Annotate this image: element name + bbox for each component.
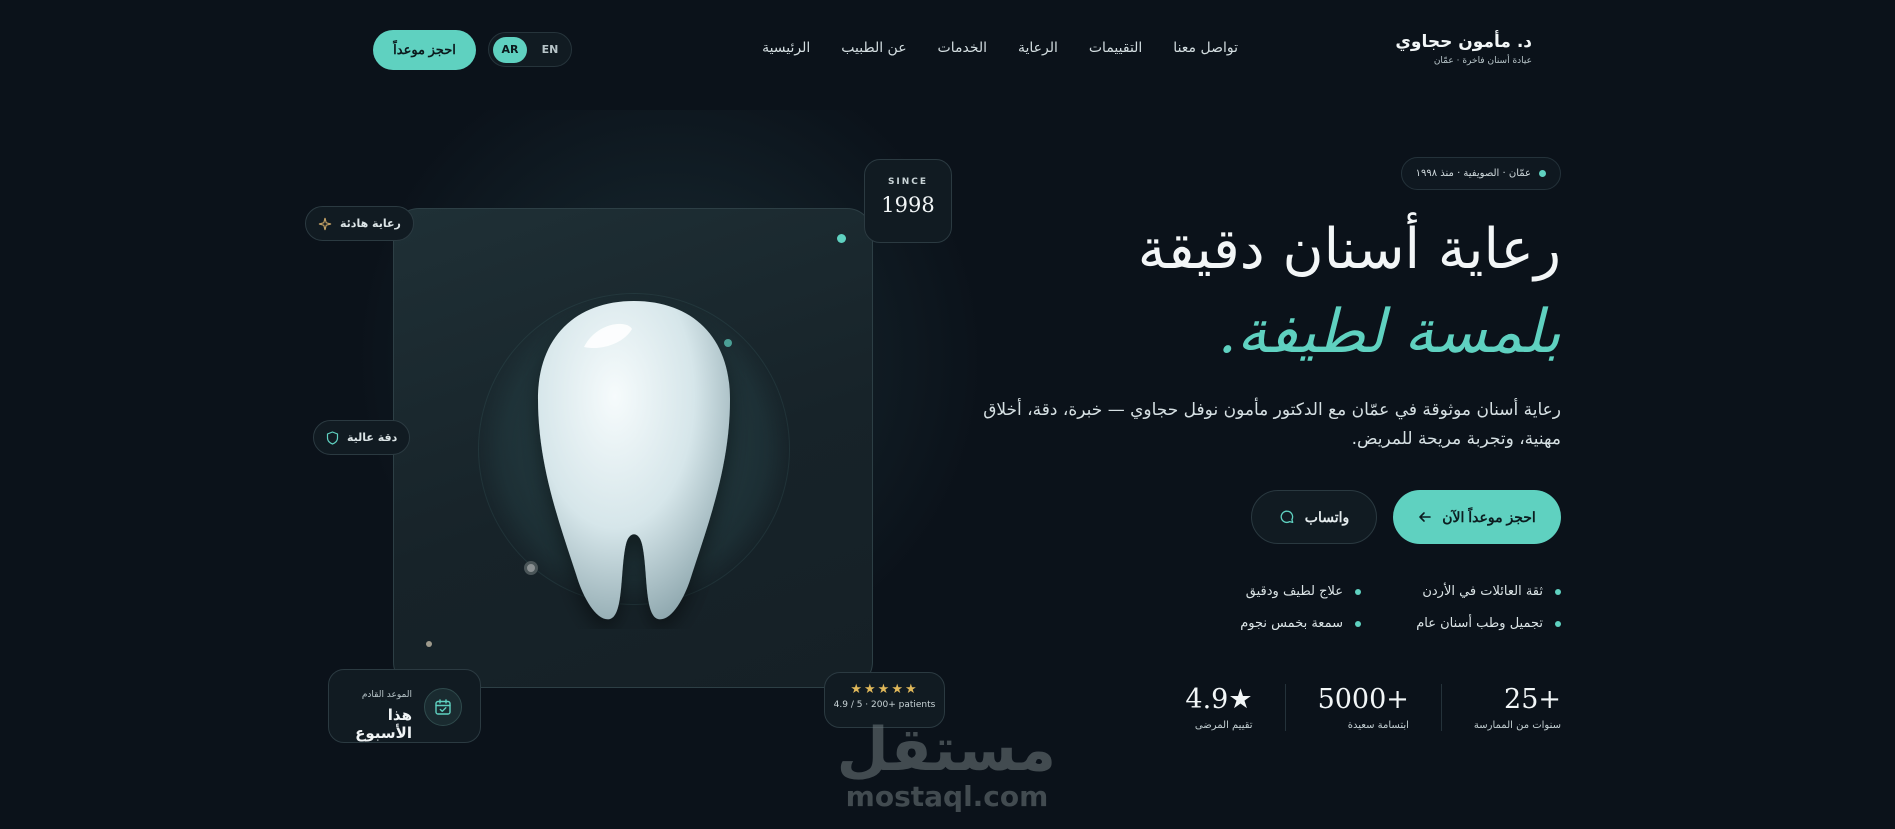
- feature-text: علاج لطيف ودقيق: [1245, 584, 1343, 599]
- chip-label: رعاية هادئة: [340, 217, 401, 230]
- whatsapp-label: واتساب: [1304, 508, 1350, 525]
- next-appointment-card: الموعد القادم هذا الأسبوع: [328, 669, 481, 743]
- language-switcher: AR EN: [488, 32, 572, 67]
- since-year: 1998: [881, 193, 935, 217]
- sparkle-icon: [318, 217, 332, 230]
- stats-row: 25+ سنوات من الممارسة 5000+ ابتسامة سعيد…: [1153, 684, 1561, 731]
- feature-text: ثقة العائلات في الأردن: [1422, 584, 1543, 599]
- bullet-icon: [1555, 588, 1561, 595]
- hero-headline: رعاية أسنان دقيقة بلمسة لطيفة.: [1138, 208, 1561, 372]
- stat-smiles: 5000+ ابتسامة سعيدة: [1286, 684, 1442, 731]
- location-dot-icon: [1539, 170, 1546, 177]
- nav-item-about[interactable]: عن الطبيب: [841, 40, 906, 56]
- lang-option-ar[interactable]: AR: [493, 36, 527, 63]
- book-now-button[interactable]: احجز موعداً الآن: [1393, 490, 1561, 544]
- chat-bubble-icon: [1280, 510, 1294, 524]
- star-rating-icon: ★★★★★: [850, 682, 919, 697]
- stat-label: ابتسامة سعيدة: [1347, 720, 1409, 731]
- watermark-arabic: مستقل: [836, 715, 1056, 785]
- rating-text: 4.9 / 5 · 200+ patients: [833, 700, 936, 710]
- accent-dot: [724, 339, 732, 347]
- book-now-label: احجز موعداً الآن: [1442, 508, 1536, 525]
- location-text: عمّان · الصويفية · منذ ١٩٩٨: [1415, 168, 1531, 179]
- headline-line-2: بلمسة لطيفة.: [1217, 297, 1561, 367]
- since-badge: SINCE 1998: [864, 159, 952, 243]
- feature-text: سمعة بخمس نجوم: [1240, 616, 1343, 631]
- stat-value: 4.9★: [1185, 684, 1253, 715]
- stat-value: 25+: [1504, 684, 1561, 715]
- since-label: SINCE: [887, 177, 929, 187]
- chip-label: دقة عالية: [347, 431, 398, 444]
- feature-item: ثقة العائلات في الأردن: [1361, 584, 1561, 599]
- stat-years: 25+ سنوات من الممارسة: [1442, 684, 1561, 731]
- stat-value: 5000+: [1317, 684, 1409, 715]
- feature-text: تجميل وطب أسنان عام: [1416, 616, 1543, 631]
- decor-dot: [524, 561, 538, 575]
- feature-list: ثقة العائلات في الأردن علاج لطيف ودقيق ت…: [1161, 584, 1561, 631]
- watermark: مستقل mostaql.com: [836, 715, 1056, 813]
- bullet-icon: [1355, 620, 1361, 627]
- nav-item-services[interactable]: الخدمات: [938, 40, 988, 56]
- brand[interactable]: د. مأمون حجاوي عيادة أسنان فاخرة · عمّان: [1395, 32, 1532, 66]
- hero-description: رعاية أسنان موثوقة في عمّان مع الدكتور م…: [983, 400, 1561, 449]
- feature-item: سمعة بخمس نجوم: [1161, 616, 1361, 631]
- header-book-button[interactable]: احجز موعداً: [373, 30, 476, 70]
- nav-item-home[interactable]: الرئيسية: [762, 40, 810, 56]
- calm-care-chip: رعاية هادئة: [305, 206, 414, 241]
- stat-label: تقييم المرضى: [1194, 720, 1253, 731]
- main-nav: الرئيسية عن الطبيب الخدمات الرعاية التقي…: [762, 40, 1238, 56]
- stat-label: سنوات من الممارسة: [1473, 720, 1561, 731]
- shield-icon: [326, 430, 339, 445]
- bullet-icon: [1555, 620, 1561, 627]
- bullet-icon: [1355, 588, 1361, 595]
- appointment-label: الموعد القادم: [361, 690, 412, 700]
- stat-rating: 4.9★ تقييم المرضى: [1153, 684, 1286, 731]
- feature-item: تجميل وطب أسنان عام: [1361, 616, 1561, 631]
- arrow-left-icon: [1419, 512, 1432, 522]
- nav-item-care[interactable]: الرعاية: [1018, 40, 1058, 56]
- watermark-latin: mostaql.com: [845, 780, 1049, 813]
- feature-item: علاج لطيف ودقيق: [1161, 584, 1361, 599]
- nav-item-contact[interactable]: تواصل معنا: [1173, 40, 1238, 56]
- location-pill: عمّان · الصويفية · منذ ١٩٩٨: [1400, 157, 1561, 190]
- lang-option-en[interactable]: EN: [533, 37, 567, 63]
- accent-dot: [837, 234, 846, 243]
- high-precision-chip: دقة عالية: [313, 420, 411, 455]
- brand-name: د. مأمون حجاوي: [1395, 32, 1532, 52]
- brand-subtitle: عيادة أسنان فاخرة · عمّان: [1433, 56, 1532, 66]
- whatsapp-button[interactable]: واتساب: [1251, 490, 1377, 544]
- appointment-value: هذا الأسبوع: [355, 706, 412, 742]
- headline-line-1: رعاية أسنان دقيقة: [1137, 217, 1561, 282]
- calendar-check-icon: [424, 688, 462, 726]
- hero-image-card: [393, 208, 873, 688]
- nav-item-reviews[interactable]: التقييمات: [1089, 40, 1142, 56]
- decor-dot: [426, 641, 432, 647]
